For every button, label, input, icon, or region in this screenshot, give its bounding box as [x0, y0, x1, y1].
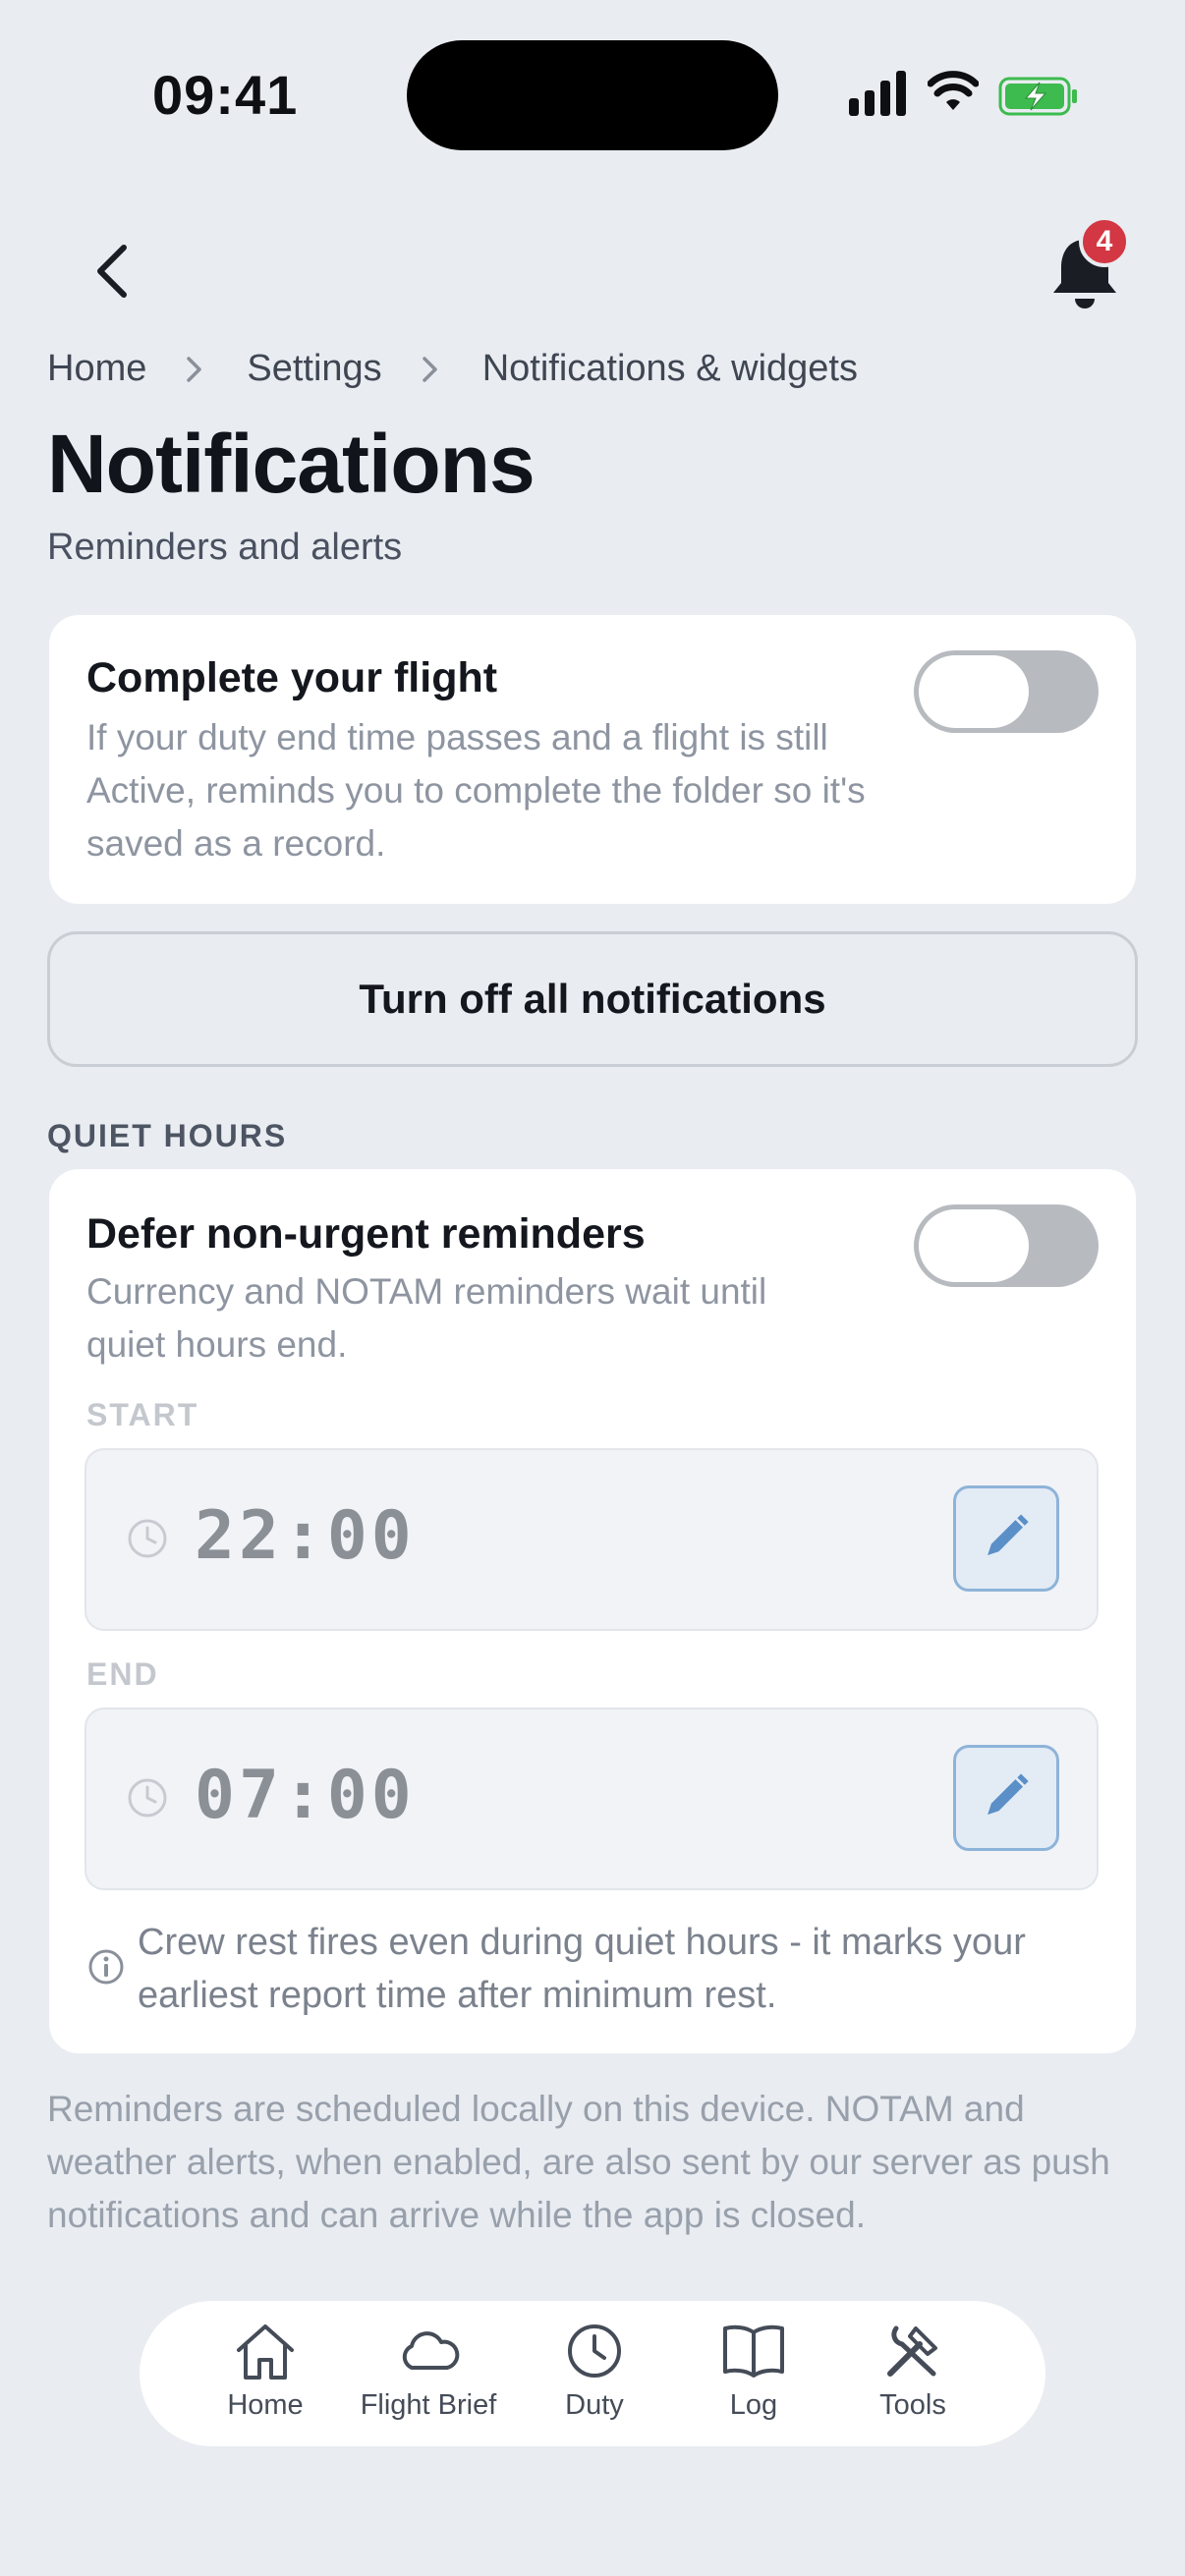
wifi-icon [928, 71, 979, 110]
tab-log[interactable]: Log [690, 2301, 818, 2446]
tab-tools-label: Tools [879, 2389, 946, 2421]
breadcrumb-settings[interactable]: Settings [247, 348, 381, 390]
tab-home-label: Home [227, 2389, 304, 2421]
defer-reminders-title: Defer non-urgent reminders [86, 1210, 646, 1258]
tools-icon [887, 2325, 937, 2377]
tab-log-label: Log [729, 2389, 778, 2421]
complete-flight-description: If your duty end time passes and a fligh… [86, 717, 866, 864]
battery-charging-icon [998, 77, 1077, 116]
start-time-field[interactable]: 22:00 [85, 1448, 1099, 1631]
status-time: 09:41 [152, 64, 299, 126]
defer-reminders-toggle[interactable] [914, 1204, 1099, 1287]
cloud-icon [402, 2331, 460, 2370]
start-time-value: 22:00 [195, 1497, 416, 1575]
toggle-knob [919, 655, 1029, 728]
start-label: START [86, 1397, 199, 1432]
pencil-icon [988, 1514, 1029, 1555]
info-icon [88, 1949, 124, 1985]
edit-start-time-button[interactable] [953, 1485, 1059, 1592]
clock-icon [568, 2324, 621, 2378]
breadcrumb: Home Settings Notifications & widgets [47, 348, 858, 390]
back-chevron-icon[interactable] [90, 242, 134, 301]
complete-flight-toggle[interactable] [914, 650, 1099, 733]
page-title: Notifications [47, 418, 536, 510]
quiet-hours-section-label: QUIET HOURS [47, 1118, 288, 1153]
toggle-knob [919, 1209, 1029, 1282]
pencil-icon [988, 1773, 1029, 1815]
chevron-right-icon [187, 356, 202, 382]
notification-count-badge: 4 [1079, 216, 1130, 267]
edit-end-time-button[interactable] [953, 1745, 1059, 1851]
tab-duty[interactable]: Duty [531, 2301, 658, 2446]
tab-duty-label: Duty [565, 2389, 624, 2421]
breadcrumb-home[interactable]: Home [47, 348, 146, 390]
complete-flight-title: Complete your flight [86, 654, 498, 701]
bottom-tab-bar: Home Flight Brief Duty Log Tools [140, 2301, 1045, 2446]
tab-flight-brief[interactable]: Flight Brief [350, 2301, 507, 2446]
page-subtitle: Reminders and alerts [47, 527, 403, 568]
end-time-field[interactable]: 07:00 [85, 1708, 1099, 1890]
turn-off-all-notifications-button[interactable]: Turn off all notifications [47, 931, 1138, 1067]
tab-tools[interactable]: Tools [849, 2301, 977, 2446]
dynamic-island [407, 40, 778, 150]
breadcrumb-notifications-widgets[interactable]: Notifications & widgets [482, 348, 858, 390]
crew-rest-info: Crew rest fires even during quiet hours … [138, 1922, 1026, 2016]
cellular-signal-icon [849, 71, 906, 116]
clock-icon [128, 1519, 167, 1558]
tab-home[interactable]: Home [198, 2301, 332, 2446]
book-icon [723, 2324, 784, 2378]
end-time-value: 07:00 [195, 1757, 416, 1834]
home-icon [237, 2324, 294, 2380]
complete-flight-card: Complete your flight If your duty end ti… [49, 615, 1136, 904]
tab-flight-brief-label: Flight Brief [360, 2389, 497, 2421]
footer-note: Reminders are scheduled locally on this … [47, 2089, 1110, 2235]
defer-reminders-description: Currency and NOTAM reminders wait until … [86, 1271, 767, 1365]
clock-icon [128, 1778, 167, 1818]
end-label: END [86, 1656, 159, 1692]
chevron-right-icon [422, 356, 437, 382]
